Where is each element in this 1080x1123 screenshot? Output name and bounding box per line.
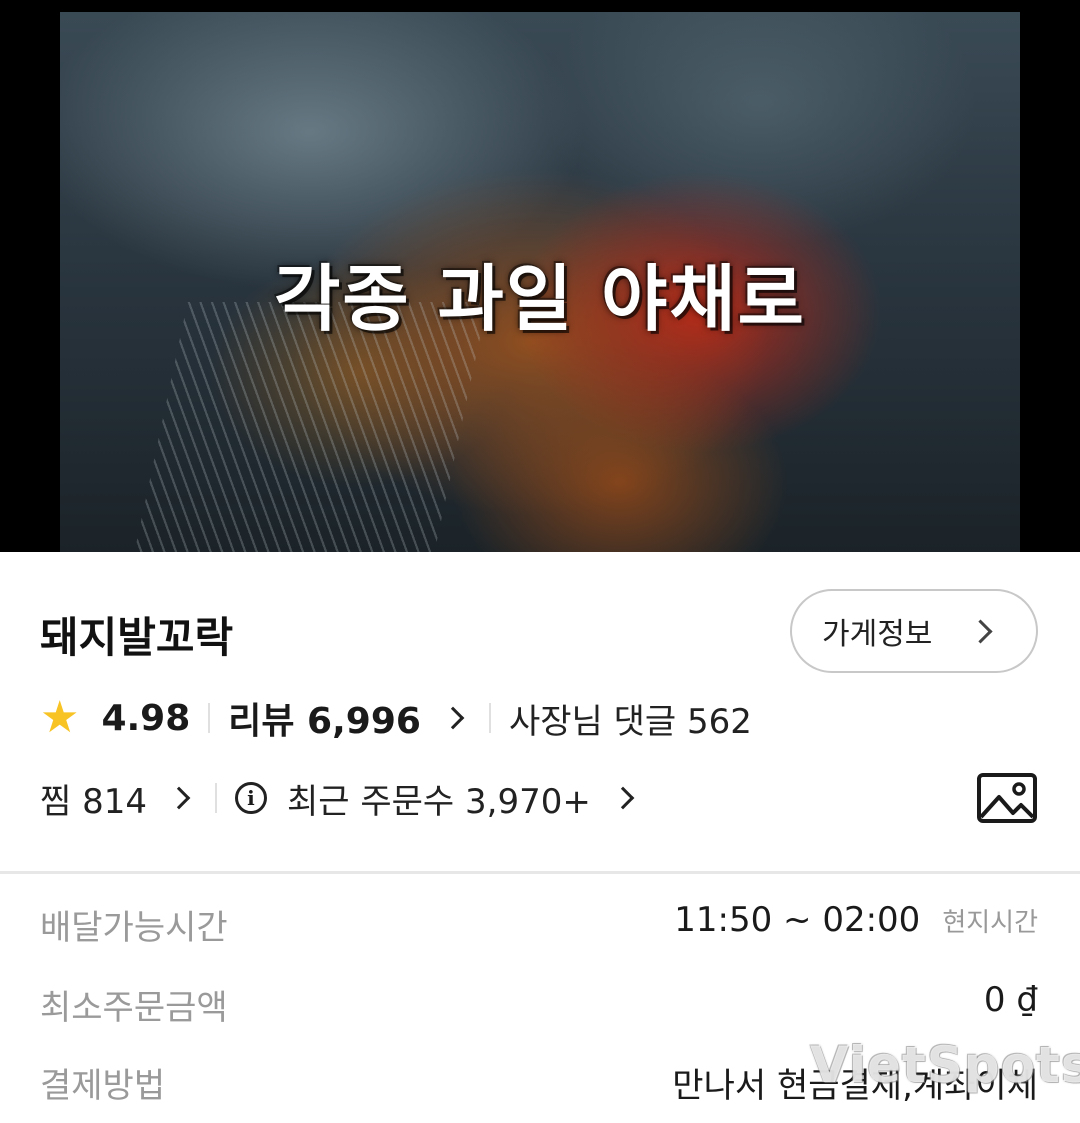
star-icon: ★ <box>40 692 80 743</box>
chevron-right-icon <box>611 786 635 810</box>
store-info-button[interactable]: 가게정보 <box>790 589 1038 673</box>
image-gallery-icon[interactable] <box>977 773 1037 823</box>
reviews-label: 리뷰 6,996 <box>228 701 421 742</box>
payment-method-label: 결제방법 <box>40 1066 166 1106</box>
favorites-label: 찜 814 <box>40 781 147 822</box>
divider <box>488 703 491 733</box>
delivery-hours-value-group: 11:50 ~ 02:00 현지시간 <box>674 900 1038 940</box>
recent-orders-link[interactable]: i 최근 주문수 3,970+ <box>234 774 641 823</box>
stats-row: 찜 814 i 최근 주문수 3,970+ <box>40 770 641 826</box>
delivery-hours-row: 배달가능시간 11:50 ~ 02:00 현지시간 <box>40 900 1040 950</box>
local-time-note: 현지시간 <box>942 908 1038 938</box>
recent-orders-label: 최근 주문수 3,970+ <box>286 781 591 822</box>
watermark: VietSpots <box>810 1036 1080 1094</box>
chevron-right-icon <box>968 618 993 644</box>
rating-value: 4.98 <box>101 697 191 739</box>
divider <box>208 703 211 733</box>
rating-row: ★ 4.98 리뷰 6,996 사장님 댓글 562 <box>40 690 752 746</box>
delivery-hours-label: 배달가능시간 <box>40 908 228 948</box>
video-caption: 각종 과일 야채로 <box>274 257 806 341</box>
section-divider <box>0 871 1080 874</box>
favorites-link[interactable]: 찜 814 <box>40 774 197 823</box>
min-order-row: 최소주문금액 0 ₫ <box>40 980 1040 1030</box>
video-frame: 각종 과일 야채로 <box>60 12 1020 552</box>
chevron-right-icon <box>441 706 465 730</box>
video-player[interactable]: 각종 과일 야채로 <box>0 0 1080 552</box>
min-order-label: 최소주문금액 <box>40 988 228 1028</box>
delivery-hours-value: 11:50 ~ 02:00 <box>674 900 921 940</box>
owner-replies-count: 사장님 댓글 562 <box>508 701 752 742</box>
divider <box>214 783 217 813</box>
reviews-link[interactable]: 리뷰 6,996 <box>228 692 471 744</box>
store-name: 돼지발꼬락 <box>40 613 234 662</box>
min-order-value: 0 ₫ <box>983 980 1038 1020</box>
info-icon: i <box>234 782 267 814</box>
store-info-label: 가게정보 <box>822 617 933 652</box>
chevron-right-icon <box>167 786 191 810</box>
